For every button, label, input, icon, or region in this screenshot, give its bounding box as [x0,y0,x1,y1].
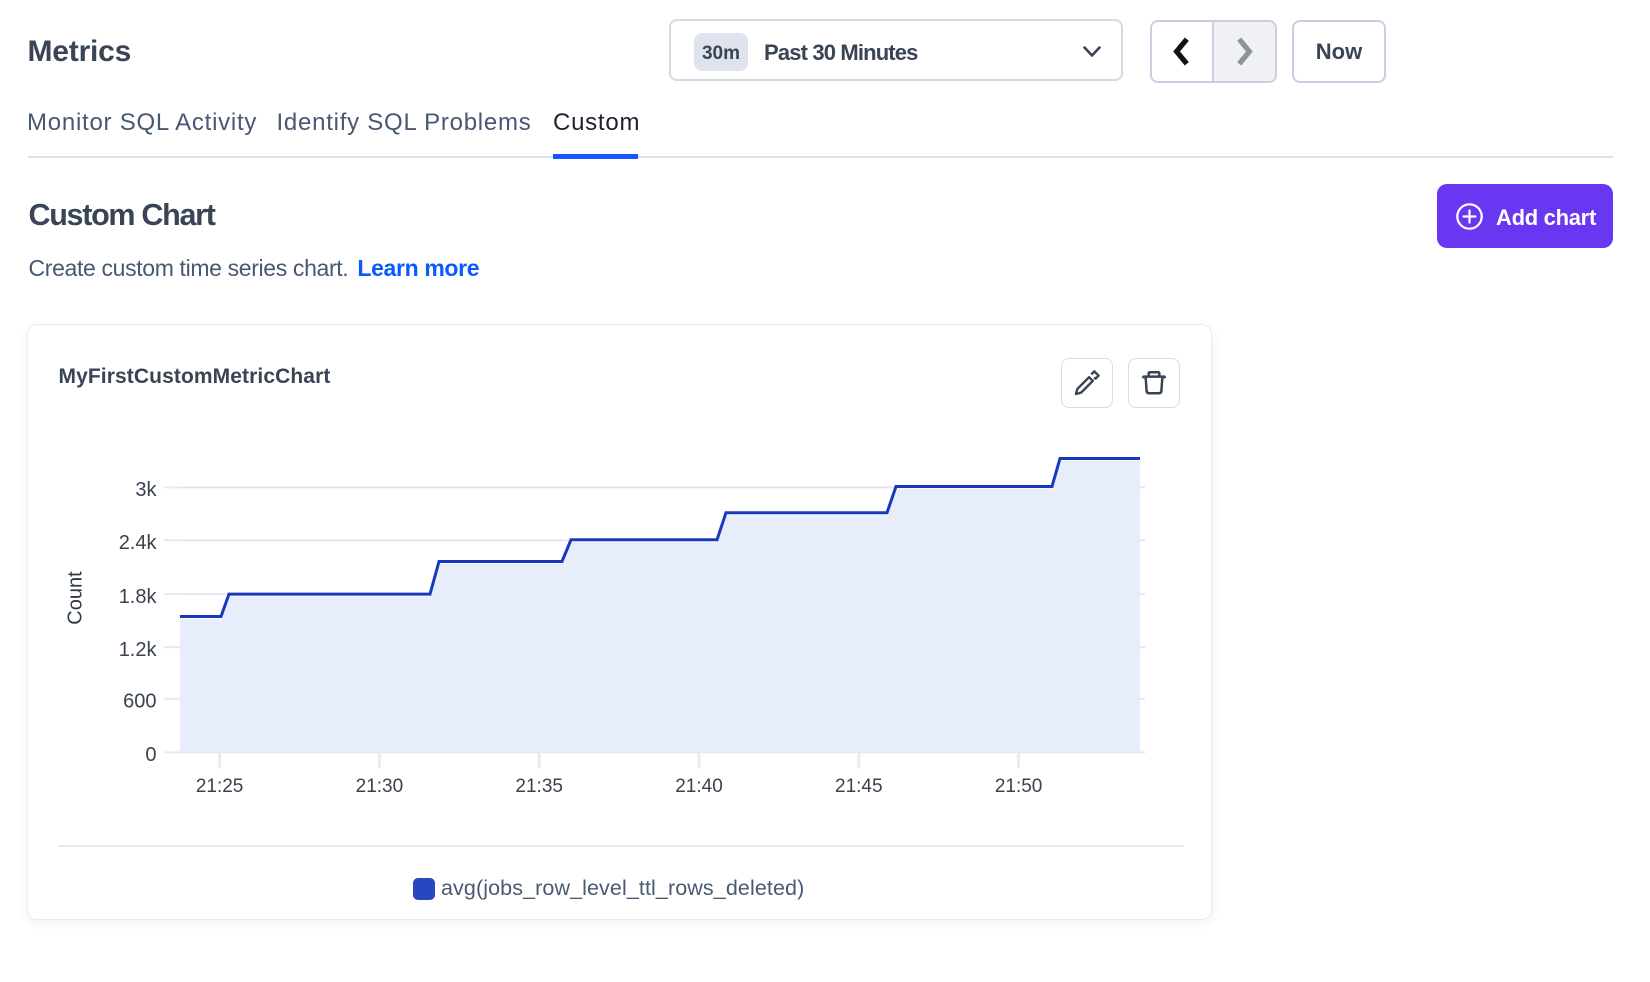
svg-text:21:50: 21:50 [995,776,1043,797]
svg-text:1.2k: 1.2k [119,639,158,661]
svg-text:1.8k: 1.8k [119,586,158,608]
svg-text:21:25: 21:25 [196,776,244,797]
svg-text:600: 600 [123,691,156,713]
svg-text:3k: 3k [135,479,157,501]
svg-text:Count: Count [65,571,87,625]
svg-text:21:45: 21:45 [835,776,883,797]
svg-text:21:35: 21:35 [515,776,563,797]
svg-text:0: 0 [145,744,156,766]
svg-text:2.4k: 2.4k [119,532,158,554]
svg-text:21:30: 21:30 [356,776,404,797]
svg-text:21:40: 21:40 [675,776,723,797]
